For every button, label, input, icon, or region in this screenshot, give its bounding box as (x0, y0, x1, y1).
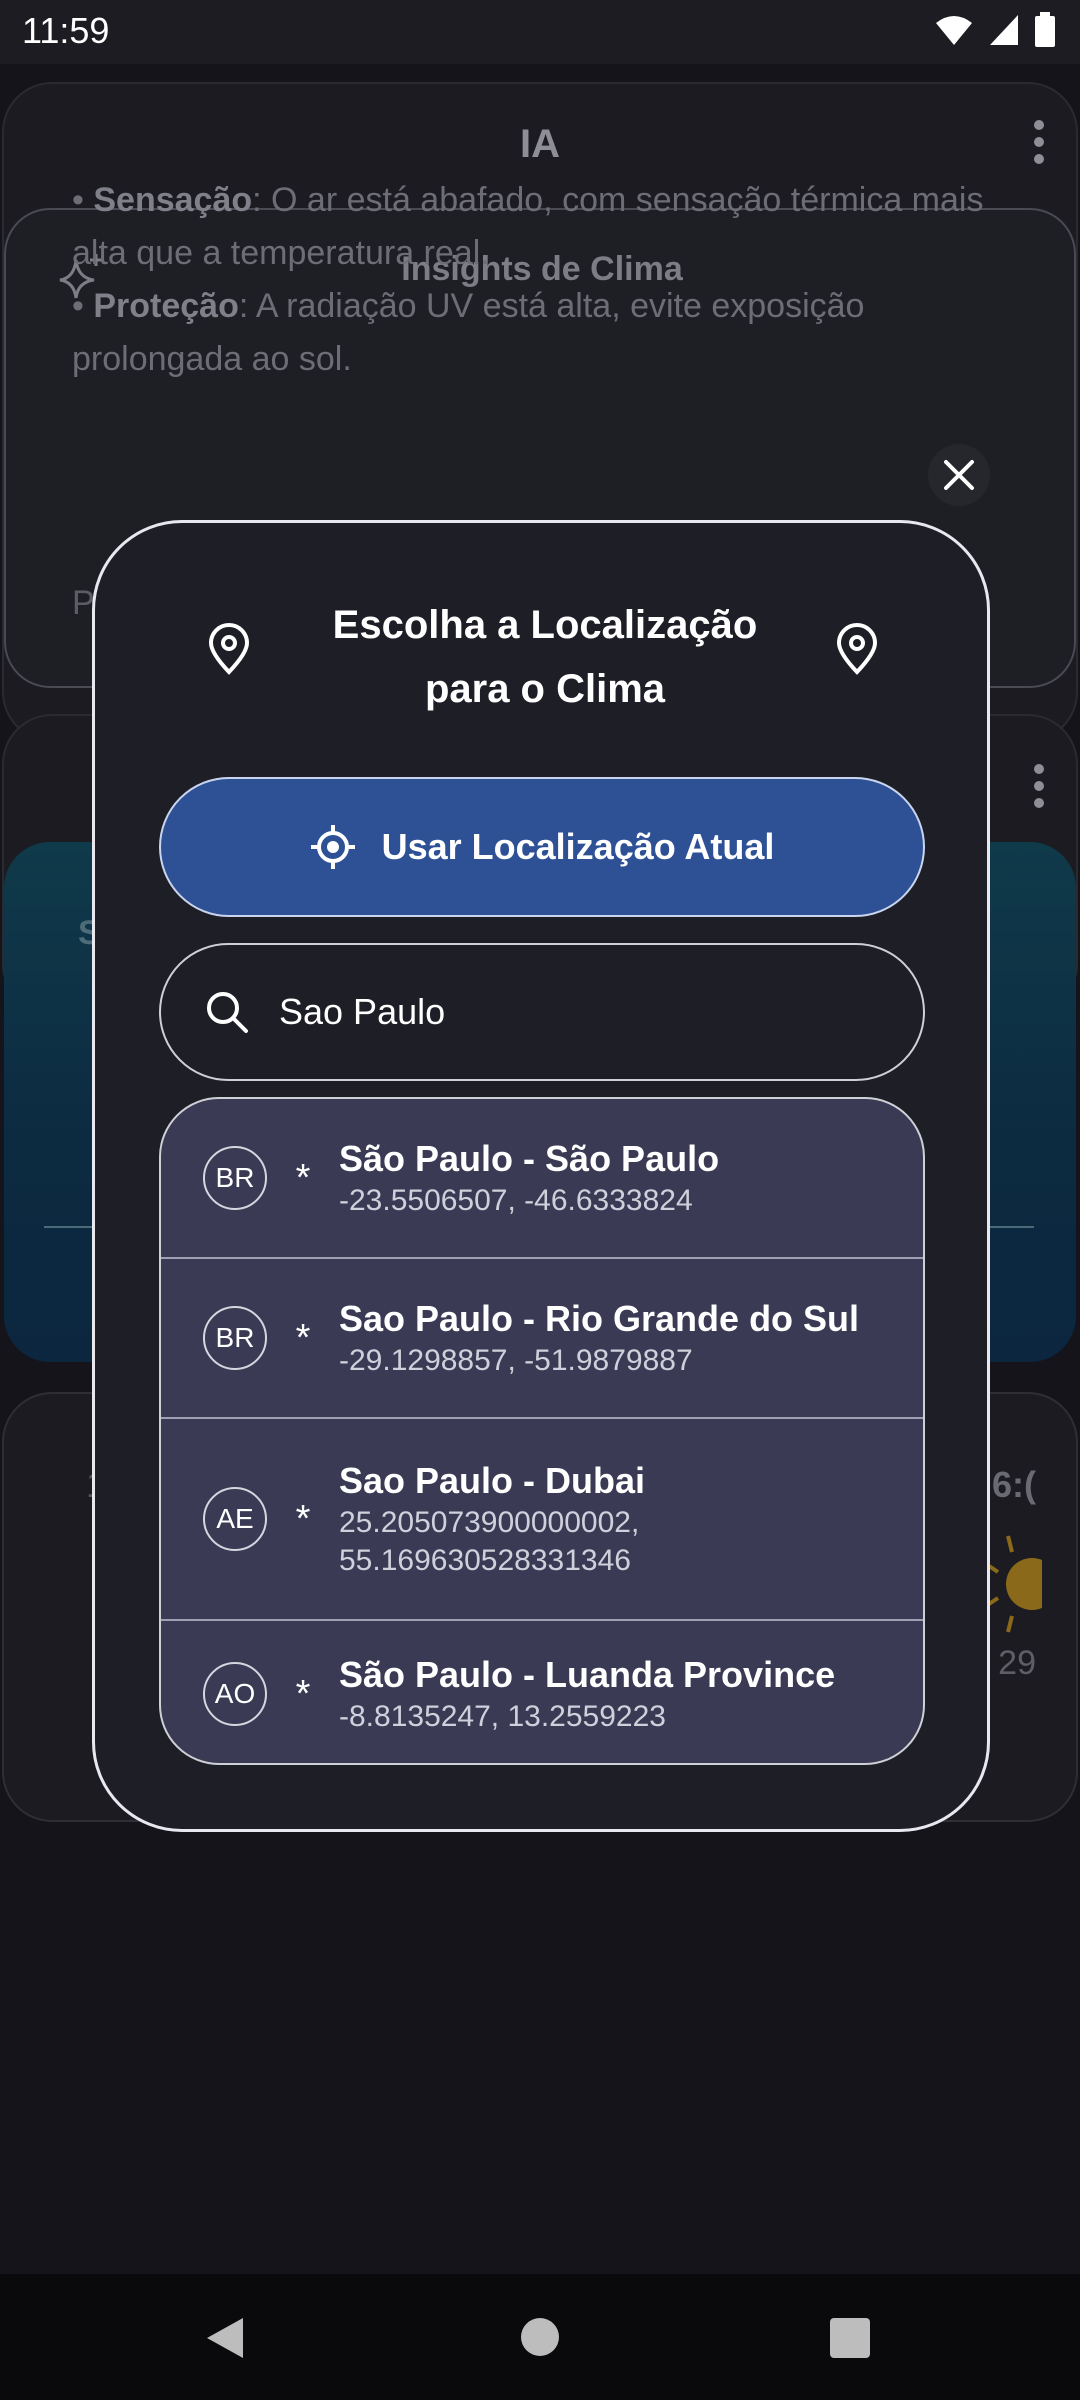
result-name: São Paulo - Luanda Province (339, 1654, 836, 1695)
insight-line-1: • Sensação: O ar está abafado, com sensa… (72, 181, 984, 272)
search-icon (207, 992, 248, 1033)
favorite-star: * (295, 1316, 311, 1359)
screen: 11:59 IA Insights de Clima • Sensação: O… (0, 0, 1080, 2400)
sun-icon (984, 1535, 1042, 1633)
close-icon (944, 460, 974, 490)
signal-icon (990, 15, 1018, 45)
results-list: BR * São Paulo - São Paulo -23.5506507, … (159, 1097, 925, 1765)
country-code-badge: AE (203, 1487, 267, 1551)
country-code-badge: BR (203, 1146, 267, 1210)
list-item[interactable]: AO * São Paulo - Luanda Province -8.8135… (161, 1621, 923, 1763)
card-menu-icon[interactable] (1032, 764, 1046, 808)
result-coords: 25.205073900000002, 55.169630528331346 (339, 1506, 640, 1577)
result-name: Sao Paulo - Rio Grande do Sul (339, 1298, 860, 1339)
search-field[interactable] (159, 943, 925, 1081)
favorite-star: * (295, 1497, 311, 1540)
home-icon[interactable] (521, 2318, 559, 2356)
gps-target-icon (310, 825, 355, 869)
location-dialog: Escolha a Localização para o Clima Usar … (92, 520, 990, 1832)
back-icon[interactable] (205, 2316, 245, 2360)
battery-icon (1035, 12, 1055, 47)
insights-body: • Sensação: O ar está abafado, com sensa… (72, 174, 1032, 386)
country-code-badge: BR (203, 1306, 267, 1370)
result-name: Sao Paulo - Dubai (339, 1460, 646, 1501)
insight-line-2: • Proteção: A radiação UV está alta, evi… (72, 287, 865, 378)
status-bar: 11:59 (0, 0, 1080, 64)
system-nav-bar (0, 2274, 1080, 2400)
use-current-location-button[interactable]: Usar Localização Atual (159, 777, 925, 917)
list-item[interactable]: AE * Sao Paulo - Dubai 25.20507390000000… (161, 1419, 923, 1621)
result-coords: -23.5506507, -46.6333824 (339, 1184, 693, 1217)
more-menu-icon[interactable] (1032, 120, 1046, 164)
forecast-time-partial: 6:( (992, 1464, 1036, 1505)
status-icons (934, 12, 1056, 48)
list-item[interactable]: BR * São Paulo - São Paulo -23.5506507, … (161, 1099, 923, 1259)
result-coords: -29.1298857, -51.9879887 (339, 1344, 693, 1377)
result-name: São Paulo - São Paulo (339, 1138, 720, 1179)
location-pin-icon (208, 623, 250, 675)
list-item[interactable]: BR * Sao Paulo - Rio Grande do Sul -29.1… (161, 1259, 923, 1419)
status-time: 11:59 (22, 10, 110, 51)
favorite-star: * (295, 1156, 311, 1199)
favorite-star: * (295, 1672, 311, 1715)
insight-label-2: Proteção (93, 287, 239, 325)
wifi-icon (936, 16, 972, 45)
forecast-value-partial: 29 (998, 1644, 1036, 1682)
result-coords: -8.8135247, 13.2559223 (339, 1700, 666, 1733)
use-current-location-label: Usar Localização Atual (381, 826, 775, 867)
dialog-title: Escolha a Localização para o Clima (332, 603, 758, 711)
insight-label-1: Sensação (93, 181, 253, 219)
close-button[interactable] (928, 444, 990, 506)
location-pin-icon (836, 623, 878, 675)
app-title: IA (520, 122, 560, 166)
country-code-badge: AO (203, 1662, 267, 1726)
recents-icon[interactable] (830, 2318, 870, 2358)
search-input[interactable] (279, 991, 839, 1033)
